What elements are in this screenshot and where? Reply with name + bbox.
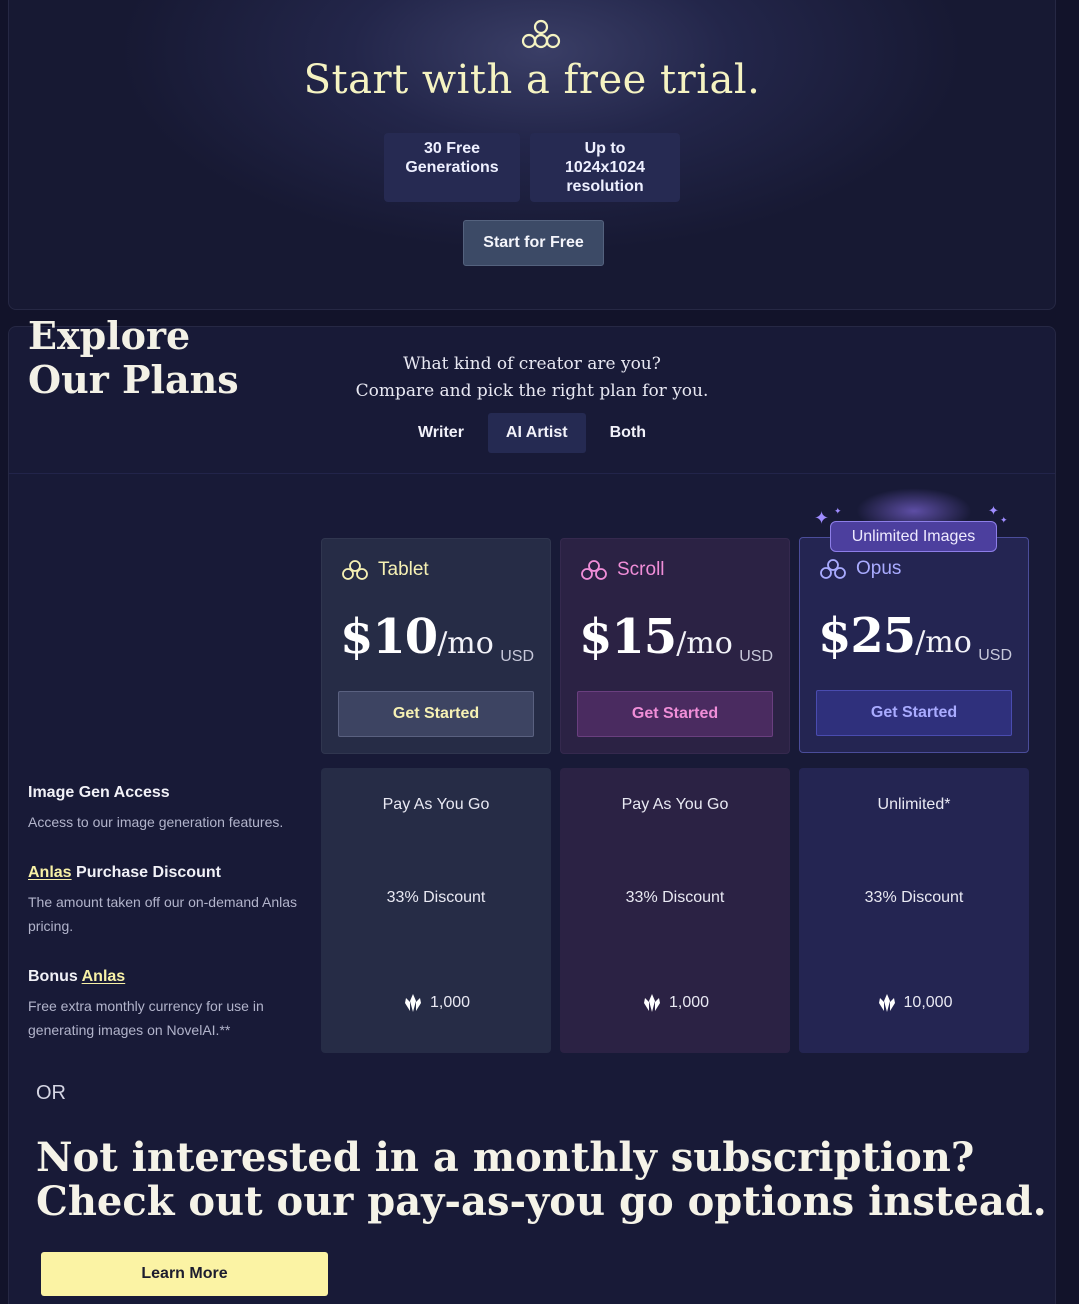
price-period: /mo	[676, 626, 733, 661]
feature-name-text: Purchase Discount	[71, 864, 221, 881]
hero-title: Start with a free trial.	[303, 57, 761, 103]
get-started-opus-button[interactable]: Get Started	[816, 690, 1012, 736]
feature-bonus-anlas: Bonus Anlas Free extra monthly currency …	[28, 968, 298, 1042]
discount-value: 33% Discount	[625, 889, 725, 906]
plan-card-opus: Opus $25 /mo USD Get Started	[799, 537, 1029, 753]
novelai-logo-icon	[521, 19, 561, 49]
plan-card-tablet: Tablet $10 /mo USD Get Started	[321, 538, 551, 754]
price-amount: $10	[340, 609, 438, 665]
bonus-amount: 1,000	[429, 994, 471, 1011]
image-gen-value: Pay As You Go	[621, 796, 729, 813]
pay-as-you-go-title: Not interested in a monthly subscription…	[36, 1136, 1047, 1224]
trial-feature-line: 30 Free	[423, 140, 481, 157]
trial-feature-line: Up to 1024x1024	[564, 140, 646, 176]
sparkle-icon: ✦	[988, 503, 999, 518]
plan-title: Scroll	[579, 559, 665, 581]
creator-type-tabs: Writer AI Artist Both	[9, 413, 1055, 453]
explore-plans-title: Explore Our Plans	[28, 314, 239, 402]
price-period: /mo	[437, 626, 494, 661]
price-period: /mo	[915, 625, 972, 660]
feature-name-text: Bonus	[28, 968, 82, 985]
plan-name: Tablet	[378, 559, 429, 580]
anlas-crystal-icon	[404, 994, 421, 1012]
tab-ai-artist[interactable]: AI Artist	[487, 413, 586, 453]
feature-name: Bonus Anlas	[28, 968, 298, 986]
plan-price: $25 /mo	[818, 608, 972, 664]
unlimited-images-badge: Unlimited Images	[830, 521, 997, 552]
plan-features-scroll: Pay As You Go 33% Discount 1,000	[560, 768, 790, 1053]
currency-label: USD	[739, 648, 773, 665]
feature-name: Anlas Purchase Discount	[28, 864, 298, 882]
sparkle-icon: ✦	[834, 506, 842, 516]
or-label: OR	[36, 1082, 66, 1104]
bonus-value: 1,000	[321, 992, 551, 1014]
plan-features-opus: Unlimited* 33% Discount 10,000	[799, 768, 1029, 1053]
trial-feature-line: Generations	[405, 159, 499, 176]
plan-features-tablet: Pay As You Go 33% Discount 1,000	[321, 768, 551, 1053]
free-trial-panel: Start with a free trial. 30 Free Generat…	[8, 0, 1056, 310]
payg-title-line: Check out our pay-as-you go options inst…	[36, 1178, 1047, 1225]
payg-title-line: Not interested in a monthly subscription…	[36, 1134, 975, 1181]
tab-writer[interactable]: Writer	[400, 413, 482, 453]
feature-description: The amount taken off our on-demand Anlas…	[28, 894, 298, 934]
feature-anlas-discount: Anlas Purchase Discount The amount taken…	[28, 864, 298, 938]
anlas-link[interactable]: Anlas	[82, 968, 126, 985]
tab-both[interactable]: Both	[592, 413, 664, 453]
trial-features: 30 Free Generations Up to 1024x1024 reso…	[9, 133, 1055, 202]
anlas-crystal-icon	[878, 994, 895, 1012]
trial-feature-line: resolution	[566, 178, 644, 195]
sparkle-icon: ✦	[814, 508, 830, 528]
plan-name: Scroll	[617, 559, 665, 580]
feature-description: Free extra monthly currency for use in g…	[28, 998, 264, 1038]
plan-cloud-icon	[342, 560, 368, 580]
explore-title-line: Explore	[28, 313, 191, 358]
plan-price: $10 /mo	[340, 609, 494, 665]
plan-cloud-icon	[820, 559, 846, 579]
get-started-scroll-button[interactable]: Get Started	[577, 691, 773, 737]
learn-more-button[interactable]: Learn More	[41, 1252, 328, 1296]
anlas-crystal-icon	[643, 994, 660, 1012]
plan-name: Opus	[856, 558, 902, 579]
image-gen-value: Unlimited*	[877, 796, 951, 813]
anlas-link[interactable]: Anlas	[28, 864, 72, 881]
currency-label: USD	[500, 648, 534, 665]
plan-title: Opus	[818, 558, 901, 580]
get-started-tablet-button[interactable]: Get Started	[338, 691, 534, 737]
currency-label: USD	[978, 647, 1012, 664]
plan-title: Tablet	[340, 559, 429, 581]
price-amount: $25	[818, 608, 916, 664]
sparkle-icon: ✦	[1000, 515, 1008, 525]
feature-image-gen-access: Image Gen Access Access to our image gen…	[28, 784, 298, 834]
image-gen-value: Pay As You Go	[382, 796, 490, 813]
divider	[9, 473, 1055, 474]
explore-title-line: Our Plans	[28, 357, 239, 402]
discount-value: 33% Discount	[864, 889, 964, 906]
bonus-value: 10,000	[799, 992, 1029, 1014]
feature-name: Image Gen Access	[28, 784, 170, 801]
bonus-amount: 1,000	[668, 994, 710, 1011]
trial-feature-generations: 30 Free Generations	[384, 133, 520, 202]
bonus-amount: 10,000	[903, 994, 953, 1011]
bonus-value: 1,000	[560, 992, 790, 1014]
plan-card-scroll: Scroll $15 /mo USD Get Started	[560, 538, 790, 754]
plan-cloud-icon	[581, 560, 607, 580]
plan-price: $15 /mo	[579, 609, 733, 665]
trial-feature-resolution: Up to 1024x1024 resolution	[530, 133, 680, 202]
start-for-free-button[interactable]: Start for Free	[463, 220, 604, 266]
feature-description: Access to our image generation features.	[28, 814, 284, 830]
price-amount: $15	[579, 609, 677, 665]
discount-value: 33% Discount	[386, 889, 486, 906]
